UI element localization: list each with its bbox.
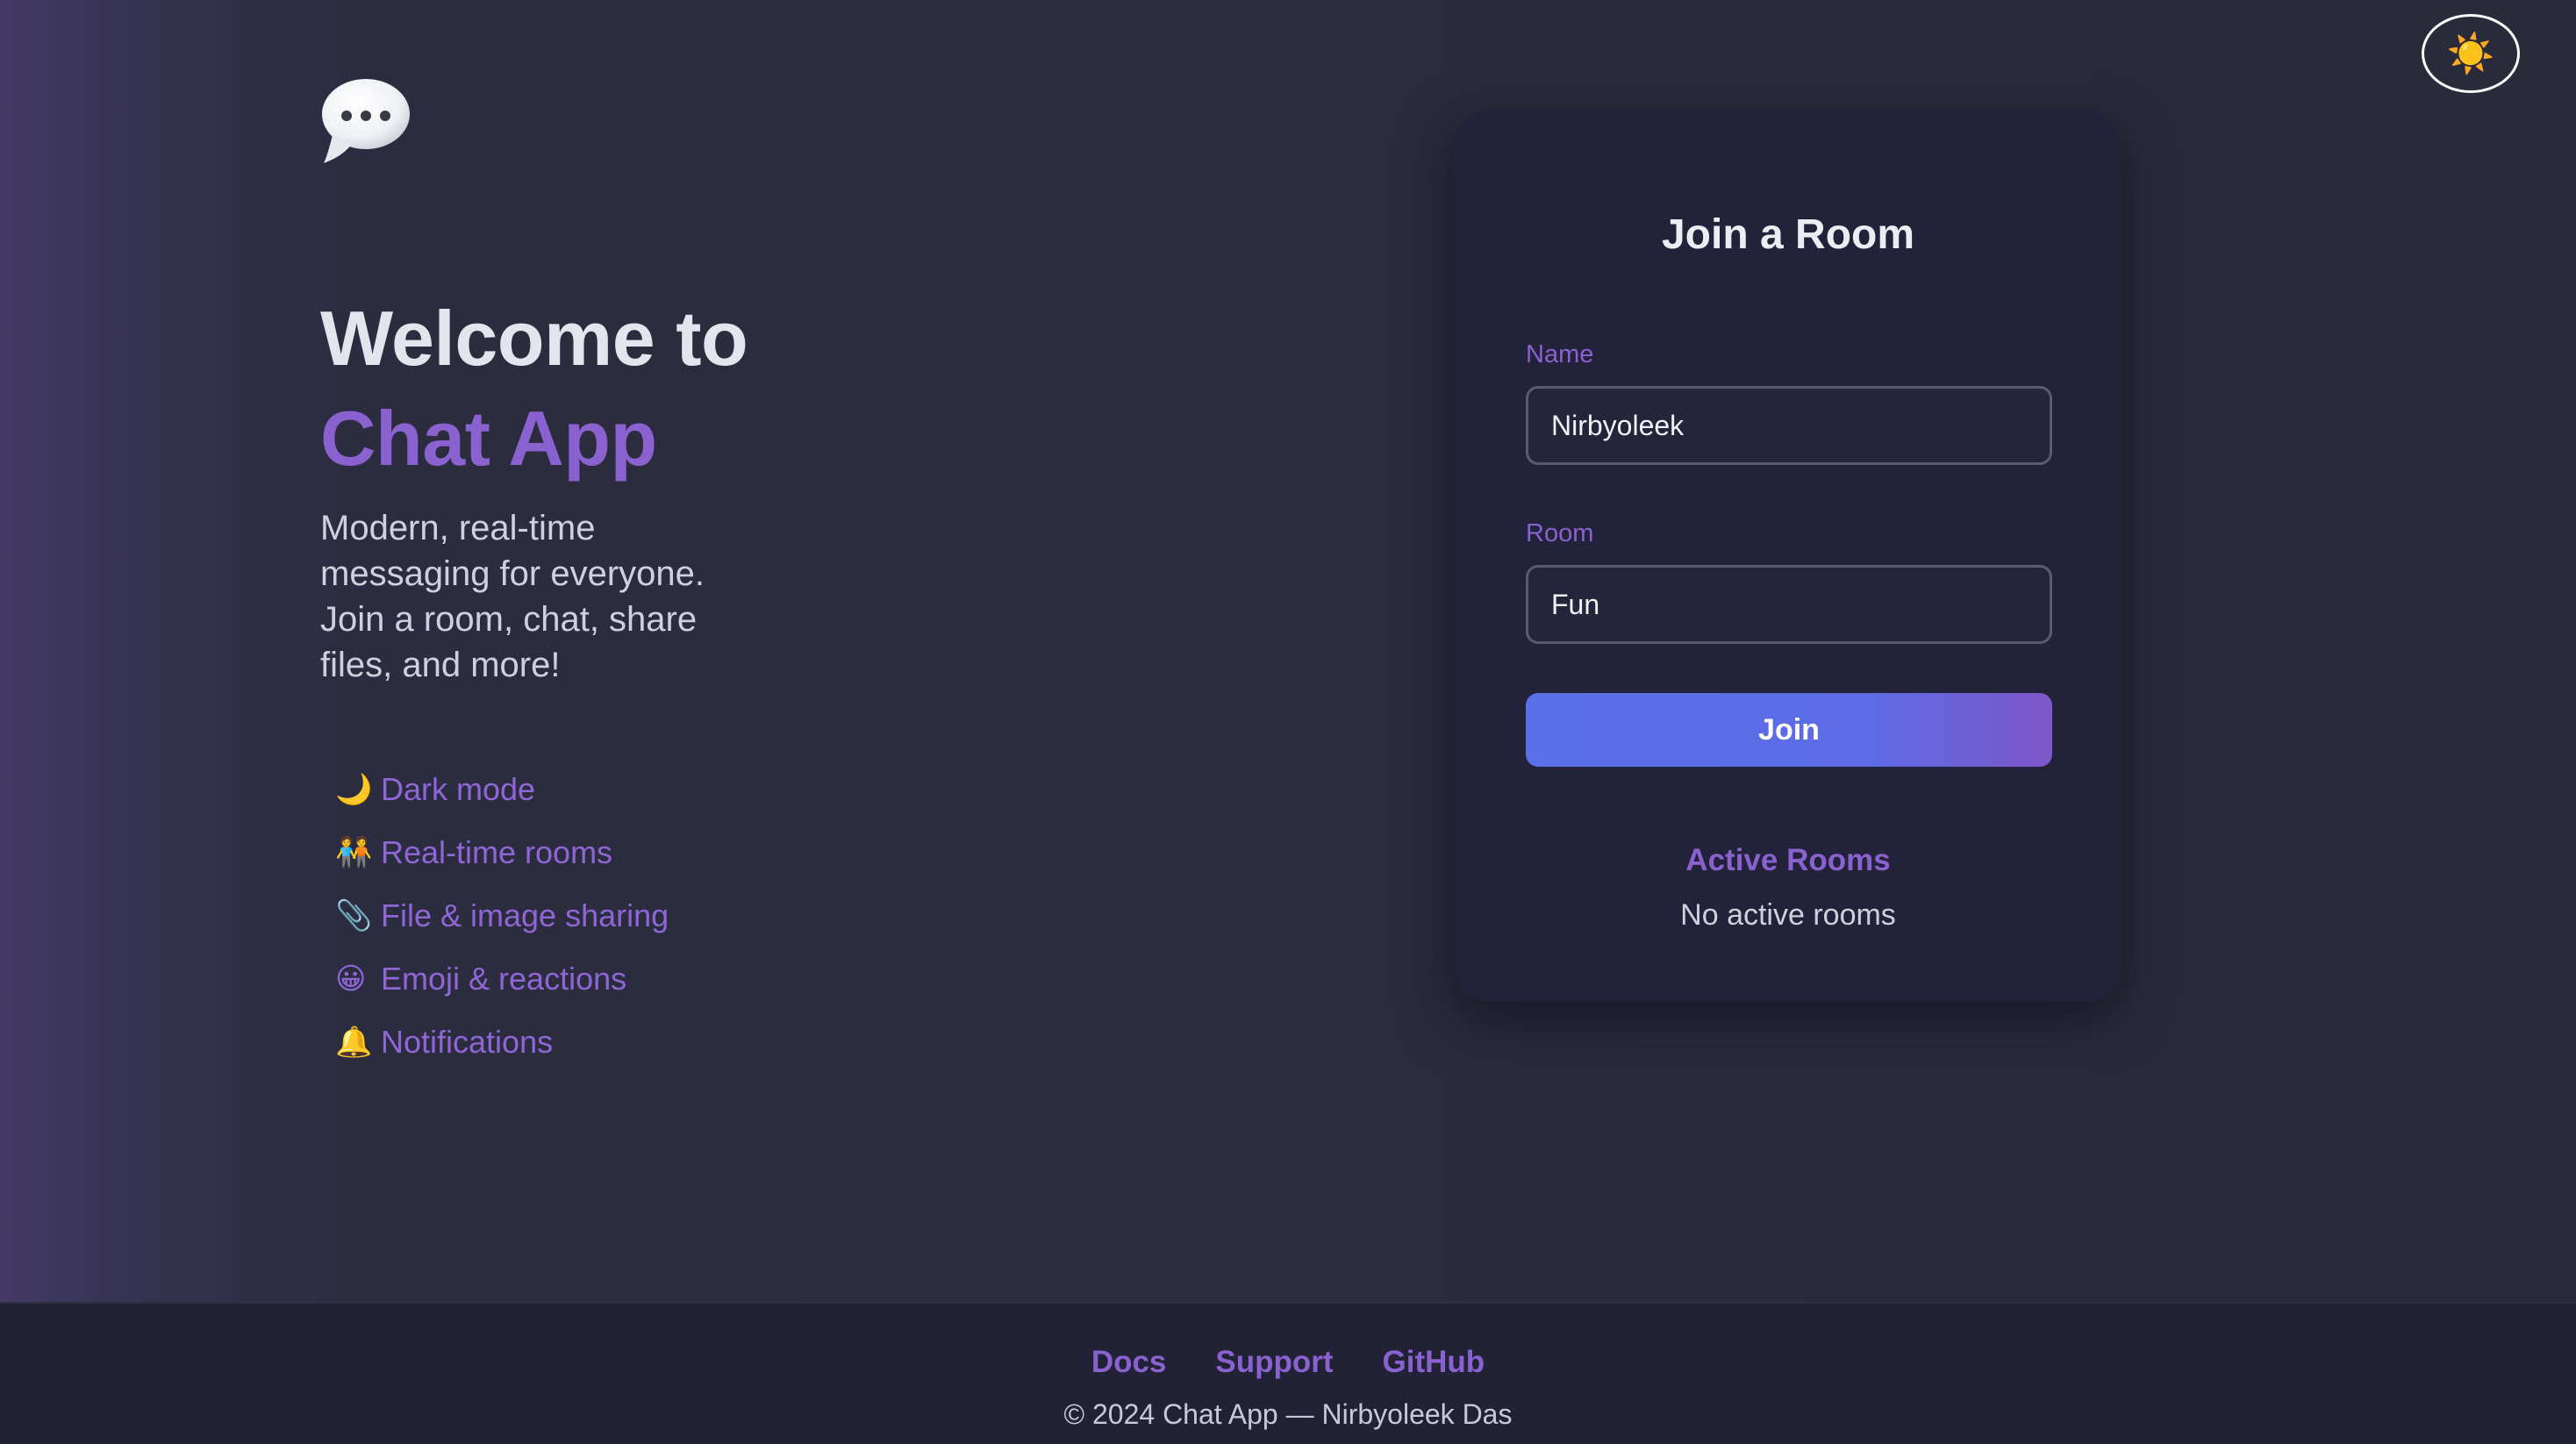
room-input[interactable] bbox=[1526, 565, 2052, 644]
sun-icon: ☀️ bbox=[2446, 32, 2495, 75]
feature-label: Notifications bbox=[381, 1024, 554, 1060]
page: ☀️ Welcome to Chat App Modern, real-time… bbox=[0, 0, 2576, 1444]
app-name-heading: Chat App bbox=[320, 395, 657, 482]
feature-item-real-time-rooms: 🧑‍🤝‍🧑 Real-time rooms bbox=[335, 821, 669, 884]
speech-bubble-icon bbox=[322, 79, 410, 163]
feature-item-emoji-reactions: 😀 Emoji & reactions bbox=[335, 947, 669, 1011]
feature-item-file-sharing: 📎 File & image sharing bbox=[335, 884, 669, 947]
tagline: Modern, real-time messaging for everyone… bbox=[320, 509, 705, 684]
name-label: Name bbox=[1526, 340, 1594, 368]
active-rooms-empty: No active rooms bbox=[1680, 898, 1896, 932]
bell-icon: 🔔 bbox=[335, 1026, 373, 1059]
join-room-card: Join a Room Name Room Join Active Rooms … bbox=[1455, 111, 2122, 1002]
feature-list: 🌙 Dark mode 🧑‍🤝‍🧑 Real-time rooms 📎 File… bbox=[335, 758, 669, 1074]
welcome-heading: Welcome to bbox=[320, 295, 748, 382]
moon-icon: 🌙 bbox=[335, 773, 373, 806]
feature-item-notifications: 🔔 Notifications bbox=[335, 1011, 669, 1074]
footer-nav: Docs Support GitHub bbox=[0, 1340, 2576, 1384]
feature-label: File & image sharing bbox=[381, 897, 669, 933]
name-input[interactable] bbox=[1526, 386, 2052, 465]
people-icon: 🧑‍🤝‍🧑 bbox=[335, 836, 373, 869]
footer: Docs Support GitHub © 2024 Chat App — Ni… bbox=[0, 1302, 2576, 1444]
theme-toggle-button[interactable]: ☀️ bbox=[2422, 14, 2520, 93]
feature-label: Emoji & reactions bbox=[381, 961, 627, 997]
active-rooms-title: Active Rooms bbox=[1685, 843, 1891, 877]
footer-link-docs[interactable]: Docs bbox=[1091, 1340, 1167, 1384]
grinning-face-icon: 😀 bbox=[335, 962, 367, 996]
feature-item-dark-mode: 🌙 Dark mode bbox=[335, 758, 669, 821]
room-label: Room bbox=[1526, 519, 1594, 547]
footer-link-github[interactable]: GitHub bbox=[1383, 1340, 1485, 1384]
paperclip-icon: 📎 bbox=[335, 899, 373, 933]
copyright: © 2024 Chat App — Nirbyoleek Das bbox=[1063, 1398, 1513, 1430]
footer-link-support[interactable]: Support bbox=[1215, 1340, 1333, 1384]
feature-label: Dark mode bbox=[381, 771, 536, 807]
card-title: Join a Room bbox=[1661, 211, 1915, 258]
join-button[interactable]: Join bbox=[1526, 693, 2052, 767]
feature-label: Real-time rooms bbox=[381, 834, 613, 870]
